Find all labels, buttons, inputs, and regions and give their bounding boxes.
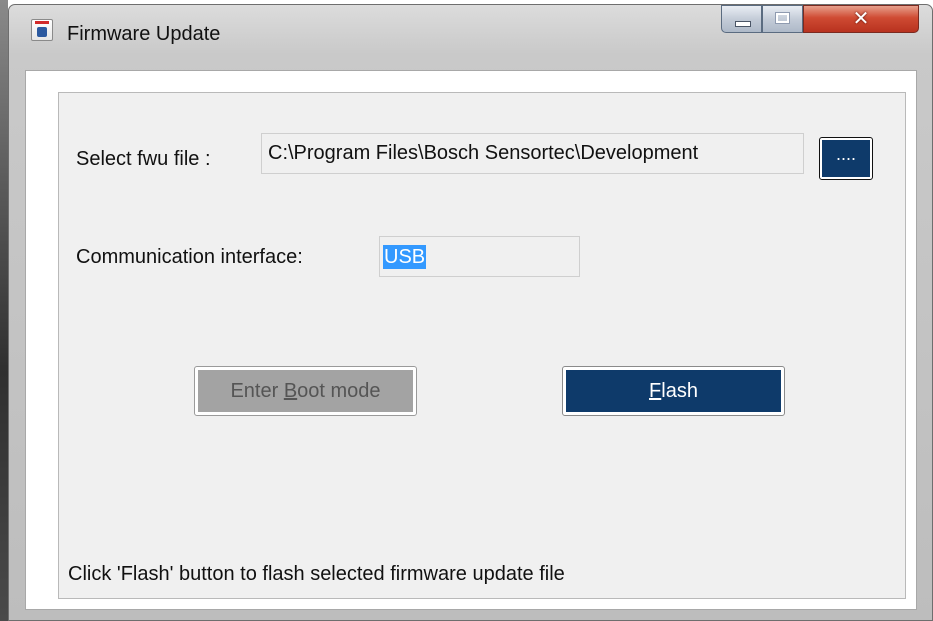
boot-label-prefix: Enter xyxy=(230,380,284,402)
brand-stripe xyxy=(35,21,49,24)
interface-value: USB xyxy=(383,245,427,269)
form-panel: Select fwu file : C:\Program Files\Bosch… xyxy=(58,92,906,599)
boot-label-suffix: oot mode xyxy=(297,380,381,402)
flash-label-suffix: lash xyxy=(661,380,698,402)
communication-interface-field[interactable]: USB xyxy=(379,236,580,277)
enter-boot-mode-button[interactable]: Enter Boot mode xyxy=(194,366,417,416)
select-file-label: Select fwu file : xyxy=(76,148,211,170)
boot-button-label: Enter Boot mode xyxy=(198,370,413,412)
status-message: Click 'Flash' button to flash selected f… xyxy=(68,563,565,585)
client-area: Select fwu file : C:\Program Files\Bosch… xyxy=(25,70,917,610)
minimize-button[interactable] xyxy=(721,5,762,33)
maximize-button[interactable] xyxy=(762,5,803,33)
app-glyph-icon xyxy=(37,27,47,37)
desktop-background xyxy=(0,0,8,621)
title-bar[interactable]: Firmware Update ✕ xyxy=(9,5,932,65)
browse-button[interactable]: .... xyxy=(819,137,873,180)
window-title: Firmware Update xyxy=(67,23,221,45)
app-icon[interactable] xyxy=(31,19,53,41)
close-icon: ✕ xyxy=(852,6,870,30)
firmware-update-window: Firmware Update ✕ Select fwu file : C:\P… xyxy=(8,4,933,621)
flash-button[interactable]: Flash xyxy=(562,366,785,416)
flash-label-mnemonic: F xyxy=(649,380,662,402)
flash-button-label: Flash xyxy=(566,370,781,412)
browse-button-label: .... xyxy=(822,140,870,177)
minimize-icon xyxy=(735,21,751,27)
close-button[interactable]: ✕ xyxy=(803,5,919,33)
maximize-icon xyxy=(775,12,790,24)
boot-label-mnemonic: B xyxy=(283,380,298,402)
communication-interface-label: Communication interface: xyxy=(76,246,303,268)
file-path-field[interactable]: C:\Program Files\Bosch Sensortec\Develop… xyxy=(261,133,804,174)
